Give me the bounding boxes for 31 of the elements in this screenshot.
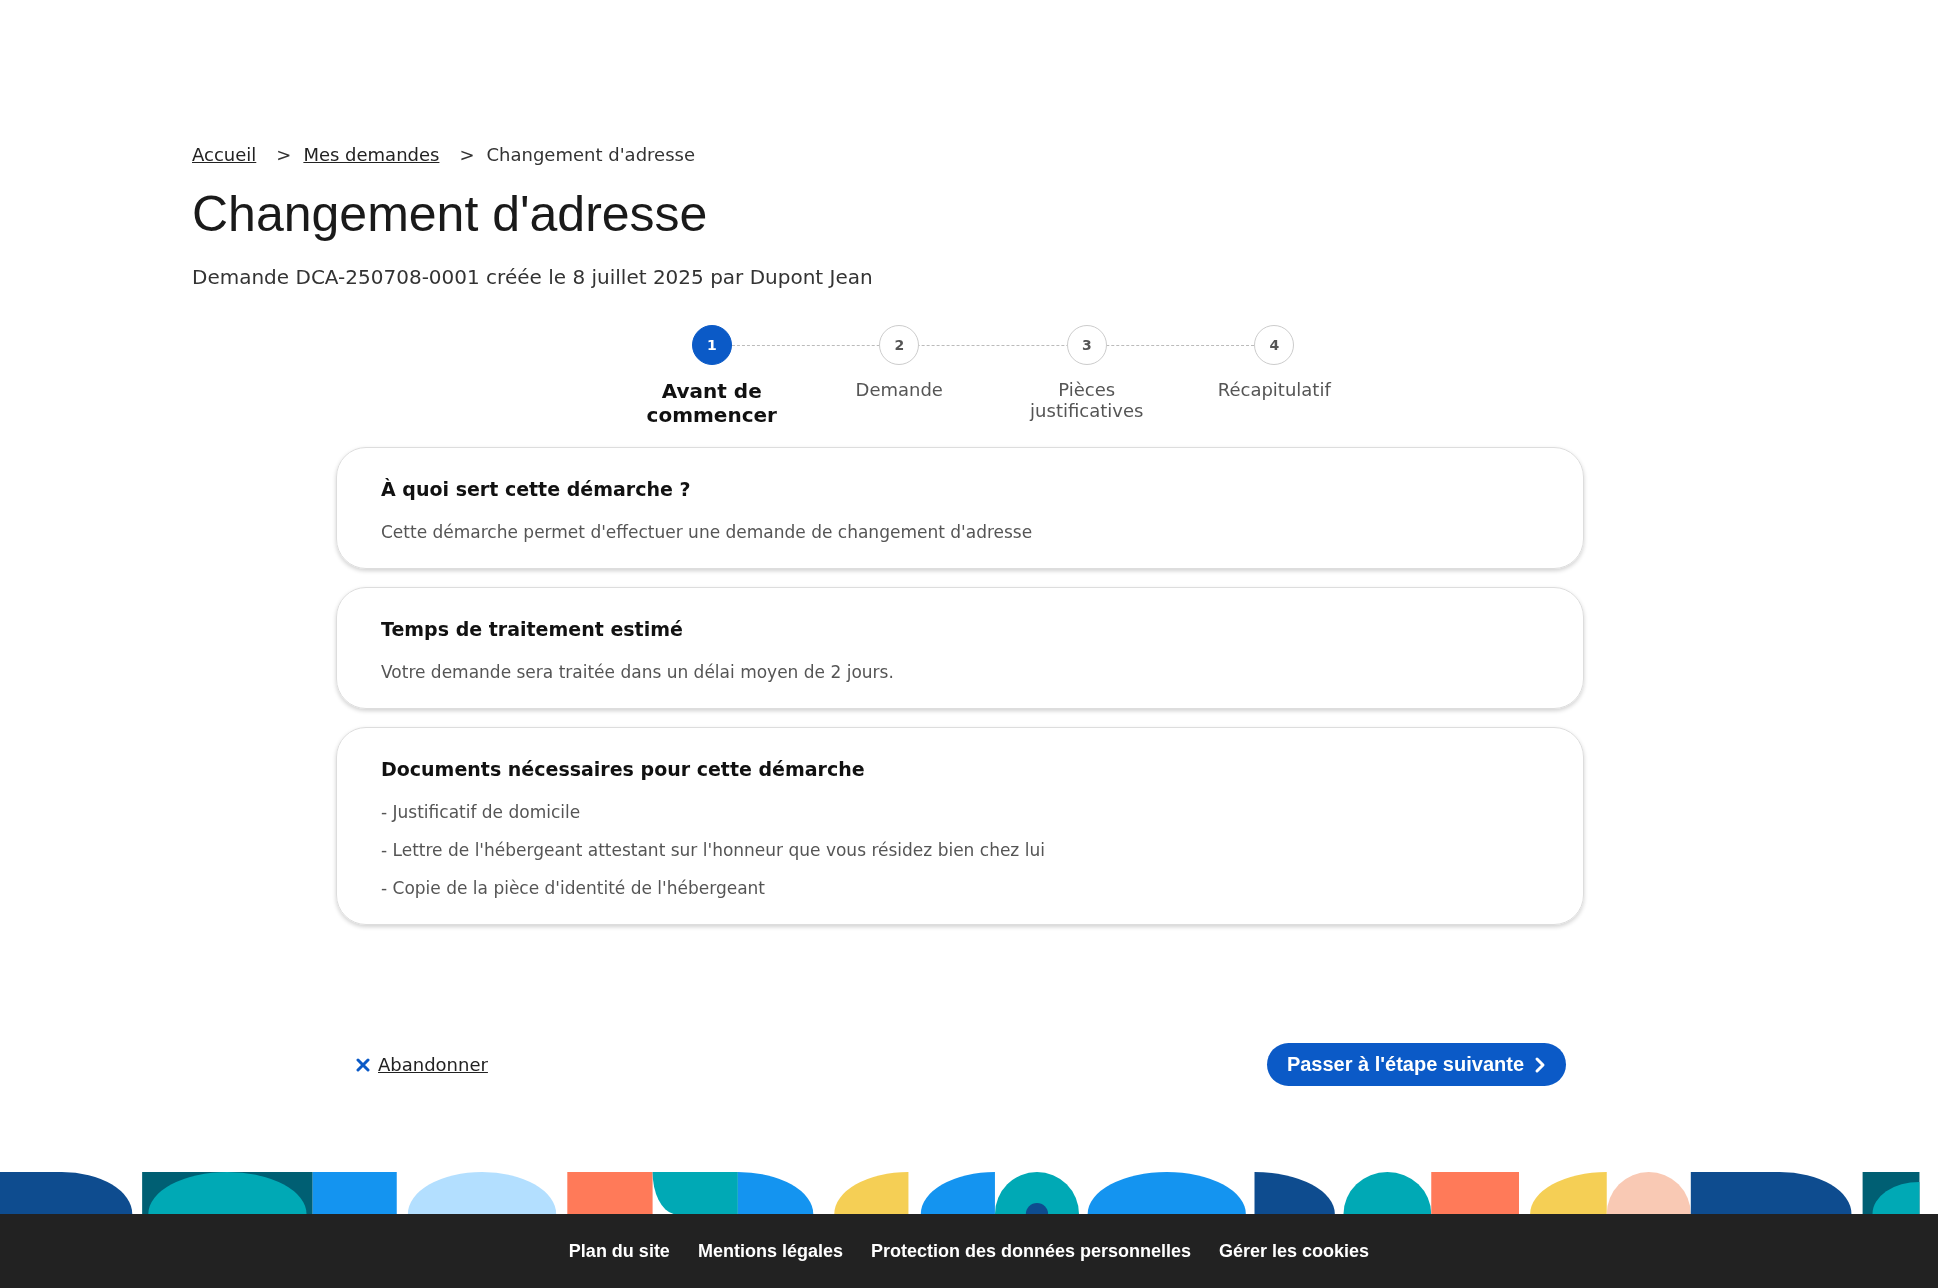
breadcrumb-separator: >	[276, 144, 292, 165]
card-text: - Justificatif de domicile	[381, 802, 582, 822]
breadcrumb-separator: >	[459, 144, 475, 165]
breadcrumb-link[interactable]: Mes demandes	[303, 144, 440, 165]
footer-link[interactable]: Protection des données personnelles	[870, 1240, 1192, 1262]
next-step-button[interactable]: Passer à l'étape suivante	[1266, 1043, 1566, 1086]
breadcrumb-current: Changement d'adresse	[486, 144, 695, 165]
footer-link[interactable]: Mentions légales	[697, 1240, 843, 1262]
footer-link[interactable]: Plan du site	[568, 1240, 670, 1262]
card-text: - Lettre de l'hébergeant attestant sur l'honneur que vous résidez bien chez lui	[381, 840, 1046, 860]
card-title: Documents nécessaires pour cette démarche	[381, 758, 866, 780]
step-label: Avant de commencer	[645, 379, 778, 427]
card-text: Votre demande sera traitée dans un délai moyen de 2 jours.	[381, 662, 895, 682]
step-label: Demande	[854, 379, 944, 400]
chevron-icon	[1534, 1055, 1546, 1074]
card-text: Cette démarche permet d'effectuer une demande de changement d'adresse	[381, 522, 1034, 542]
card-title: À quoi sert cette démarche ?	[381, 478, 692, 500]
close-icon	[356, 1057, 370, 1072]
footer-link[interactable]: Gérer les cookies	[1219, 1240, 1370, 1262]
card-title: Temps de traitement estimé	[381, 618, 684, 640]
abandon-link[interactable]: Abandonner	[378, 1054, 488, 1075]
step-label: Pièces justificatives	[1028, 379, 1145, 421]
request-info: Demande DCA-250708-0001 créée le 8 juillet 2025 par Dupont Jean	[192, 265, 874, 289]
page-title: Changement d'adresse	[192, 185, 709, 243]
step-number: 1	[691, 325, 732, 365]
card-text: - Copie de la pièce d'identité de l'hébergeant	[381, 878, 767, 898]
step-label: Récapitulatif	[1216, 379, 1333, 400]
step-number: 4	[1254, 325, 1295, 365]
step-number: 2	[879, 325, 920, 365]
step-number: 3	[1066, 325, 1107, 365]
breadcrumb-link[interactable]: Accueil	[192, 144, 257, 165]
